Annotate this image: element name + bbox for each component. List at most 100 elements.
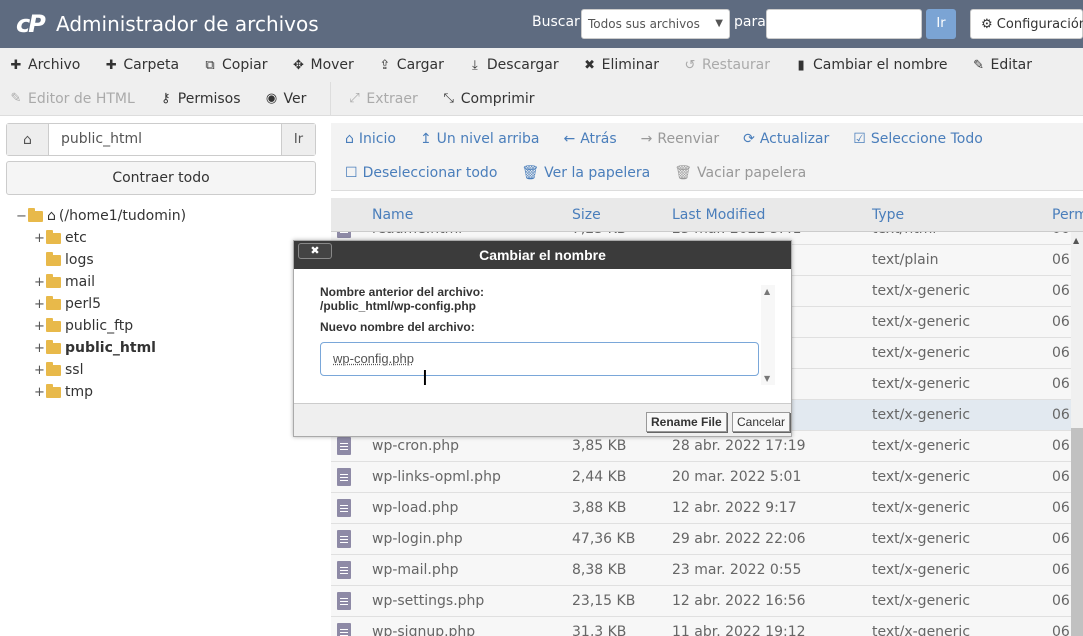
nav-inicio[interactable]: ⌂ Inicio (345, 131, 396, 147)
scroll-up-icon[interactable]: ▲ (764, 287, 770, 296)
expand-icon[interactable]: + (34, 297, 45, 312)
home-icon: ⌂ (47, 208, 56, 224)
nav-label: Ver la papelera (544, 165, 651, 181)
collapse-all-button[interactable]: Contraer todo (6, 161, 316, 195)
download-icon: ⤓ (472, 57, 478, 73)
expand-icon[interactable]: + (34, 341, 45, 356)
toolbar-item-comprimir[interactable]: ⤡ Comprimir (442, 91, 535, 107)
tree-item[interactable]: + mail (16, 271, 186, 293)
expand-icon[interactable]: + (34, 385, 45, 400)
tree-item[interactable]: + tmp (16, 381, 186, 403)
search-scope-select[interactable]: Todos sus archivos ▼ (581, 9, 730, 39)
toolbar-item-cambiar-el-nombre[interactable]: ▮ Cambiar el nombre (794, 57, 947, 73)
cell-modified: 11 abr. 2022 19:12 (672, 624, 806, 636)
path-input[interactable]: public_html (49, 124, 281, 155)
nav-atras[interactable]: ← Atrás (563, 131, 616, 147)
cell-type: text/x-generic (872, 407, 971, 423)
toolbar-item-cargar[interactable]: ⇪ Cargar (378, 57, 444, 73)
scroll-up-icon[interactable]: ▲ (1073, 236, 1079, 245)
cell-modified: 29 abr. 2022 22:06 (672, 531, 806, 547)
tree-item[interactable]: + public_html (16, 337, 186, 359)
expand-icon[interactable]: + (34, 231, 45, 246)
cell-perm: 06 (1052, 469, 1070, 485)
column-size[interactable]: Size (572, 207, 601, 223)
nav-un-nivel-arriba[interactable]: ↥ Un nivel arriba (420, 131, 540, 147)
cell-name: wp-login.php (372, 531, 463, 547)
dialog-scrollbar[interactable]: ▲ ▼ (761, 285, 775, 385)
toolbar-item-restaurar[interactable]: ↺ Restaurar (683, 57, 771, 73)
cell-type: text/x-generic (872, 314, 971, 330)
nav-vaciar-papelera[interactable]: 🗑 Vaciar papelera (674, 165, 806, 181)
cell-type: text/x-generic (872, 283, 971, 299)
tree-item[interactable]: − ⌂ (/home1/tudomin) (16, 205, 186, 227)
table-scroll-thumb[interactable] (1071, 428, 1083, 636)
file-icon (337, 468, 351, 486)
nav-reenviar[interactable]: → Reenviar (641, 131, 719, 147)
search-input[interactable] (766, 9, 922, 39)
toolbar-item-editor-de-html[interactable]: ✎ Editor de HTML (9, 91, 135, 107)
expand-icon[interactable]: + (34, 319, 45, 334)
column-name[interactable]: Name (372, 207, 413, 223)
toolbar-item-ver[interactable]: ◉ Ver (265, 91, 307, 107)
toolbar-item-copiar[interactable]: ⧉ Copiar (203, 57, 267, 73)
tree-item[interactable]: + ssl (16, 359, 186, 381)
collapse-icon[interactable]: − (16, 209, 27, 224)
settings-button[interactable]: ⚙ Configuración (970, 9, 1083, 39)
toolbar-item-extraer[interactable]: ⤢ Extraer (347, 91, 418, 107)
toolbar-item-carpeta[interactable]: ✚ Carpeta (104, 57, 179, 73)
folder-icon (46, 361, 61, 376)
new-name-input[interactable]: wp-config.php (320, 342, 759, 376)
column-type[interactable]: Type (872, 207, 904, 223)
table-row[interactable]: wp-login.php 47,36 KB 29 abr. 2022 22:06 te… (331, 524, 1071, 555)
home-icon[interactable]: ⌂ (7, 124, 49, 155)
toolbar-item-permisos[interactable]: ⚷ Permisos (159, 91, 241, 107)
toolbar-item-editar[interactable]: ✎ Editar (972, 57, 1032, 73)
table-row[interactable]: wp-mail.php 8,38 KB 23 mar. 2022 0:55 text/… (331, 555, 1071, 586)
nav-deseleccionar-todo[interactable]: ☐ Deseleccionar todo (345, 165, 497, 181)
file-icon (337, 232, 351, 238)
cell-type: text/x-generic (872, 531, 971, 547)
expand-icon[interactable]: + (34, 363, 45, 378)
cancel-button[interactable]: Cancelar (732, 412, 791, 432)
toolbar-item-eliminar[interactable]: ✖ Eliminar (583, 57, 659, 73)
eye-icon: ◉ (265, 91, 278, 106)
folder-icon (46, 317, 61, 332)
search-label: Buscar (532, 14, 580, 30)
toolbar-item-label: Editor de HTML (28, 90, 135, 107)
file-icon (337, 623, 351, 636)
refresh-icon: ⟳ (743, 131, 755, 147)
column-last-modified[interactable]: Last Modified (672, 207, 765, 223)
new-name-label: Nuevo nombre del archivo: (320, 320, 475, 334)
tree-item[interactable]: + public_ftp (16, 315, 186, 337)
table-row[interactable]: wp-settings.php 23,15 KB 12 abr. 2022 16:5… (331, 586, 1071, 617)
toolbar-item-archivo[interactable]: ✚ Archivo (9, 57, 81, 73)
tree-item[interactable]: + etc (16, 227, 186, 249)
column-perm[interactable]: Perm (1052, 207, 1083, 223)
settings-label: Configuración (996, 17, 1083, 32)
table-row[interactable]: wp-load.php 3,88 KB 12 abr. 2022 9:17 text/… (331, 493, 1071, 524)
nav-label: Un nivel arriba (436, 131, 540, 147)
nav-actualizar[interactable]: ⟳ Actualizar (743, 131, 829, 147)
scroll-down-icon[interactable]: ▼ (764, 374, 770, 383)
cell-perm: 06 (1052, 407, 1070, 423)
gear-icon: ⚙ (981, 17, 993, 32)
table-row[interactable]: wp-signup.php 31,3 KB 11 abr. 2022 19:12 te… (331, 617, 1071, 636)
toolbar-item-label: Ver (283, 90, 307, 107)
toolbar-item-descargar[interactable]: ⤓ Descargar (468, 57, 559, 73)
toolbar-item-mover[interactable]: ✥ Mover (291, 57, 354, 73)
file-icon: ▮ (797, 57, 805, 73)
path-go-button[interactable]: Ir (281, 124, 315, 155)
search-go-button[interactable]: Ir (926, 9, 956, 39)
rename-file-button[interactable]: Rename File (646, 412, 727, 432)
table-row[interactable]: wp-links-opml.php 2,44 KB 20 mar. 2022 5:0… (331, 462, 1071, 493)
path-bar: ⌂ public_html Ir (6, 123, 316, 156)
cell-perm: 06 (1052, 531, 1070, 547)
cell-type: text/html (872, 232, 936, 237)
nav-ver-la-papelera[interactable]: 🗑 Ver la papelera (521, 165, 650, 181)
nav-seleccione-todo[interactable]: ☑ Seleccione Todo (853, 131, 983, 147)
tree-item[interactable]: logs (16, 249, 186, 271)
tree-item[interactable]: + perl5 (16, 293, 186, 315)
close-icon[interactable]: ✖ (298, 243, 332, 259)
cell-name: wp-signup.php (372, 624, 476, 636)
expand-icon[interactable]: + (34, 275, 45, 290)
